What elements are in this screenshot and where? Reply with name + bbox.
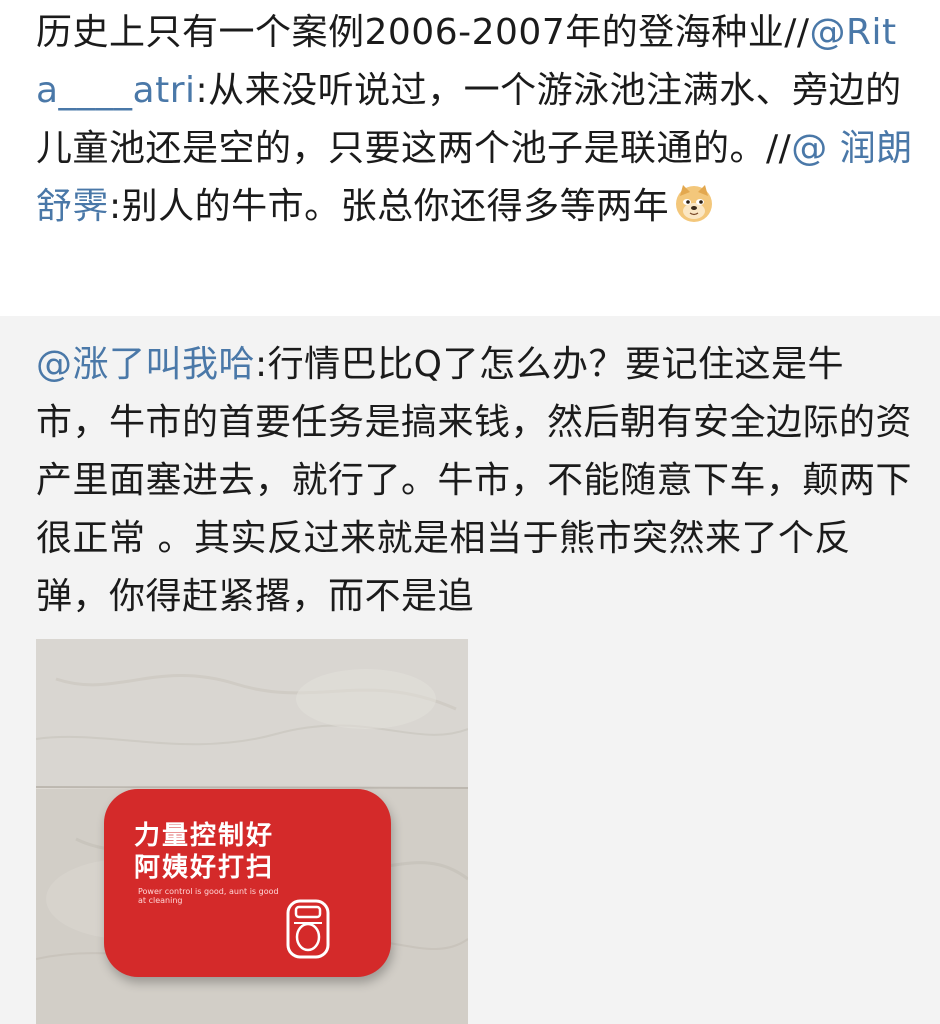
toilet-icon [286,899,330,959]
post-text-part-1: 历史上只有一个案例2006-2007年的登海种业// [36,12,810,53]
post-text-part-3: :别人的牛市。张总你还得多等两年 [109,186,670,227]
doge-emoji-icon [676,185,713,222]
post-text: 历史上只有一个案例2006-2007年的登海种业//@Rita____atri:… [36,4,916,236]
sign-english-text: Power control is good, aunt is good at c… [138,887,279,905]
attached-photo[interactable]: 力量控制好 阿姨好打扫 Power control is good, aunt … [36,639,468,1024]
original-post: 历史上只有一个案例2006-2007年的登海种业//@Rita____atri:… [0,0,940,316]
mention-link-zhangle[interactable]: @涨了叫我哈 [36,344,255,385]
sign-line-1: 力量控制好 [134,821,275,851]
reposted-content[interactable]: @涨了叫我哈:行情巴比Q了怎么办？要记住这是牛市，牛市的首要任务是搞来钱，然后朝… [0,316,940,1024]
repost-text: @涨了叫我哈:行情巴比Q了怎么办？要记住这是牛市，牛市的首要任务是搞来钱，然后朝… [36,336,916,626]
restroom-sign: 力量控制好 阿姨好打扫 Power control is good, aunt … [104,789,391,977]
sign-line-2: 阿姨好打扫 [134,853,275,883]
